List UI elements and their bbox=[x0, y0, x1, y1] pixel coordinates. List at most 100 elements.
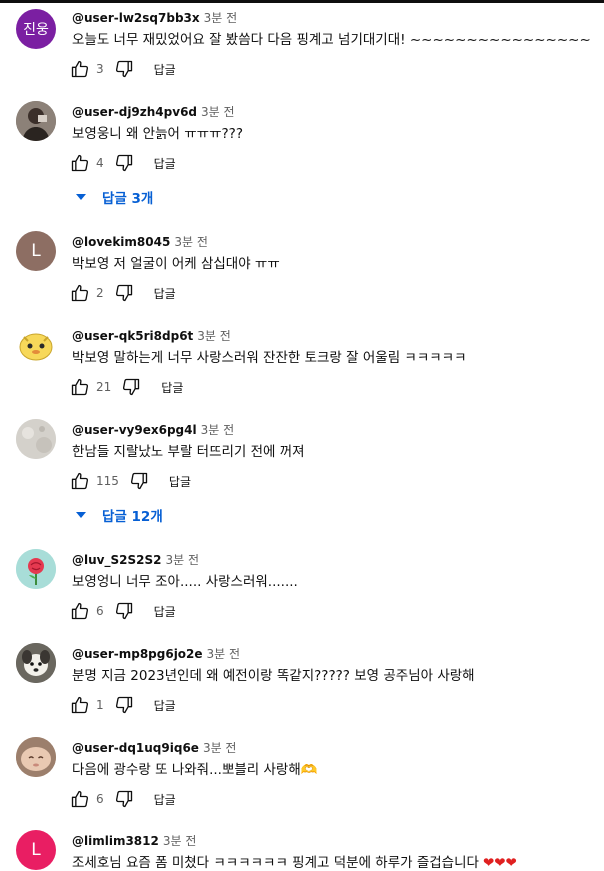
avatar-letter: L bbox=[31, 840, 41, 860]
thumb-up-icon bbox=[71, 60, 89, 78]
thumb-up-icon bbox=[71, 696, 89, 714]
like-count: 2 bbox=[96, 286, 104, 300]
comment-author[interactable]: @user-mp8pg6jo2e bbox=[72, 647, 203, 661]
thumb-up-icon bbox=[71, 378, 89, 396]
avatar[interactable] bbox=[16, 737, 56, 777]
avatar[interactable] bbox=[16, 549, 56, 589]
avatar-letter: L bbox=[31, 241, 41, 261]
avatar[interactable]: L bbox=[16, 830, 56, 870]
dislike-button[interactable] bbox=[112, 600, 136, 622]
view-replies-button[interactable]: 답글 3개 bbox=[76, 187, 153, 207]
gray-texture-avatar bbox=[16, 419, 56, 459]
comment-header: @user-mp8pg6jo2e 3분 전 bbox=[72, 643, 240, 662]
like-button[interactable] bbox=[68, 282, 92, 304]
dislike-button[interactable] bbox=[112, 694, 136, 716]
comment-header: @user-qk5ri8dp6t 3분 전 bbox=[72, 325, 231, 344]
like-count: 1 bbox=[96, 698, 104, 712]
thumb-down-icon bbox=[130, 472, 148, 490]
like-button[interactable] bbox=[68, 694, 92, 716]
comment-item: @user-vy9ex6pg4l 3분 전 한남들 지랄났노 부랄 터뜨리기 전에… bbox=[0, 419, 604, 529]
comment-item: L @lovekim8045 3분 전 박보영 저 얼굴이 어케 삼십대야 ㅠㅠ … bbox=[0, 231, 604, 311]
avatar[interactable] bbox=[16, 325, 56, 365]
reply-button[interactable]: 답글 bbox=[154, 697, 176, 714]
comment-actions: 1 답글 bbox=[68, 694, 176, 716]
dislike-button[interactable] bbox=[127, 470, 151, 492]
comment-actions: 6 답글 bbox=[68, 788, 176, 810]
avatar[interactable] bbox=[16, 419, 56, 459]
reply-button[interactable]: 답글 bbox=[154, 603, 176, 620]
reply-button[interactable]: 답글 bbox=[169, 473, 191, 490]
like-button[interactable] bbox=[68, 58, 92, 80]
comment-time[interactable]: 3분 전 bbox=[203, 741, 237, 755]
top-bar bbox=[0, 0, 604, 3]
thumb-down-icon bbox=[123, 378, 140, 396]
chevron-down-icon bbox=[76, 512, 86, 518]
comment-item: @user-mp8pg6jo2e 3분 전 분명 지금 2023년인데 왜 예전이… bbox=[0, 643, 604, 723]
dislike-button[interactable] bbox=[112, 282, 136, 304]
baby-photo-avatar bbox=[16, 737, 56, 777]
person-photo-avatar bbox=[16, 101, 56, 141]
reply-button[interactable]: 답글 bbox=[154, 285, 176, 302]
like-button[interactable] bbox=[68, 470, 92, 492]
comment-author[interactable]: @user-lw2sq7bb3x bbox=[72, 11, 200, 25]
comment-time[interactable]: 3분 전 bbox=[174, 235, 208, 249]
comment-header: @lovekim8045 3분 전 bbox=[72, 231, 208, 250]
like-count: 4 bbox=[96, 156, 104, 170]
comment-item: @luv_S2S2S2 3분 전 보영엉니 너무 조아..... 사랑스러워...… bbox=[0, 549, 604, 629]
comment-author[interactable]: @user-dq1uq9iq6e bbox=[72, 741, 199, 755]
dislike-button[interactable] bbox=[119, 376, 143, 398]
avatar[interactable] bbox=[16, 643, 56, 683]
cartoon-face-avatar bbox=[19, 333, 53, 361]
comment-author[interactable]: @limlim3812 bbox=[72, 834, 159, 848]
dog-photo-avatar bbox=[16, 643, 56, 683]
like-count: 6 bbox=[96, 792, 104, 806]
comment-time[interactable]: 3분 전 bbox=[197, 329, 231, 343]
view-replies-button[interactable]: 답글 12개 bbox=[76, 505, 163, 525]
comment-author[interactable]: @lovekim8045 bbox=[72, 235, 170, 249]
comment-text: 다음에 광수랑 또 나와줘...뽀블리 사랑해🫶 bbox=[72, 762, 318, 778]
comment-header: @user-dq1uq9iq6e 3분 전 bbox=[72, 737, 236, 756]
comment-actions: 115 답글 bbox=[68, 470, 191, 492]
avatar-letters: 진웅 bbox=[23, 22, 49, 38]
like-button[interactable] bbox=[68, 376, 92, 398]
comment-item: @user-dj9zh4pv6d 3분 전 보영웅니 왜 안늙어 ㅠㅠㅠ??? 4… bbox=[0, 101, 604, 211]
reply-button[interactable]: 답글 bbox=[161, 379, 183, 396]
dislike-button[interactable] bbox=[112, 152, 136, 174]
thumb-down-icon bbox=[115, 60, 132, 78]
thumb-down-icon bbox=[115, 602, 132, 620]
thumb-up-icon bbox=[71, 472, 89, 490]
thumb-up-icon bbox=[71, 154, 89, 172]
comment-time[interactable]: 3분 전 bbox=[204, 11, 238, 25]
like-button[interactable] bbox=[68, 788, 92, 810]
comment-item: L @limlim3812 3분 전 조세호님 요즘 폼 미쳤다 ㅋㅋㅋㅋㅋㅋ 핑… bbox=[0, 830, 604, 871]
thumb-down-icon bbox=[115, 284, 132, 302]
like-count: 3 bbox=[96, 62, 104, 76]
dislike-button[interactable] bbox=[112, 58, 136, 80]
reply-button[interactable]: 답글 bbox=[154, 61, 176, 78]
comment-time[interactable]: 3분 전 bbox=[201, 105, 235, 119]
comment-header: @user-dj9zh4pv6d 3분 전 bbox=[72, 101, 235, 120]
like-button[interactable] bbox=[68, 600, 92, 622]
reply-button[interactable]: 답글 bbox=[154, 791, 176, 808]
comment-author[interactable]: @user-qk5ri8dp6t bbox=[72, 329, 193, 343]
comment-time[interactable]: 3분 전 bbox=[207, 647, 241, 661]
reply-button[interactable]: 답글 bbox=[154, 155, 176, 172]
like-button[interactable] bbox=[68, 152, 92, 174]
thumb-down-icon bbox=[115, 154, 132, 172]
comment-time[interactable]: 3분 전 bbox=[165, 553, 199, 567]
avatar[interactable]: L bbox=[16, 231, 56, 271]
thumb-up-icon bbox=[71, 790, 89, 808]
comment-time[interactable]: 3분 전 bbox=[201, 423, 235, 437]
comment-time[interactable]: 3분 전 bbox=[163, 834, 197, 848]
like-count: 21 bbox=[96, 380, 112, 394]
comment-author[interactable]: @user-dj9zh4pv6d bbox=[72, 105, 197, 119]
rose-avatar bbox=[16, 549, 56, 589]
avatar[interactable]: 진웅 bbox=[16, 9, 56, 49]
comment-header: @limlim3812 3분 전 bbox=[72, 830, 196, 849]
dislike-button[interactable] bbox=[112, 788, 136, 810]
comment-text: 보영엉니 너무 조아..... 사랑스러워....... bbox=[72, 574, 298, 590]
comment-author[interactable]: @luv_S2S2S2 bbox=[72, 553, 161, 567]
comment-text: 박보영 말하는게 너무 사랑스러워 잔잔한 토크랑 잘 어울림 ㅋㅋㅋㅋㅋ bbox=[72, 350, 467, 366]
avatar[interactable] bbox=[16, 101, 56, 141]
comment-author[interactable]: @user-vy9ex6pg4l bbox=[72, 423, 197, 437]
